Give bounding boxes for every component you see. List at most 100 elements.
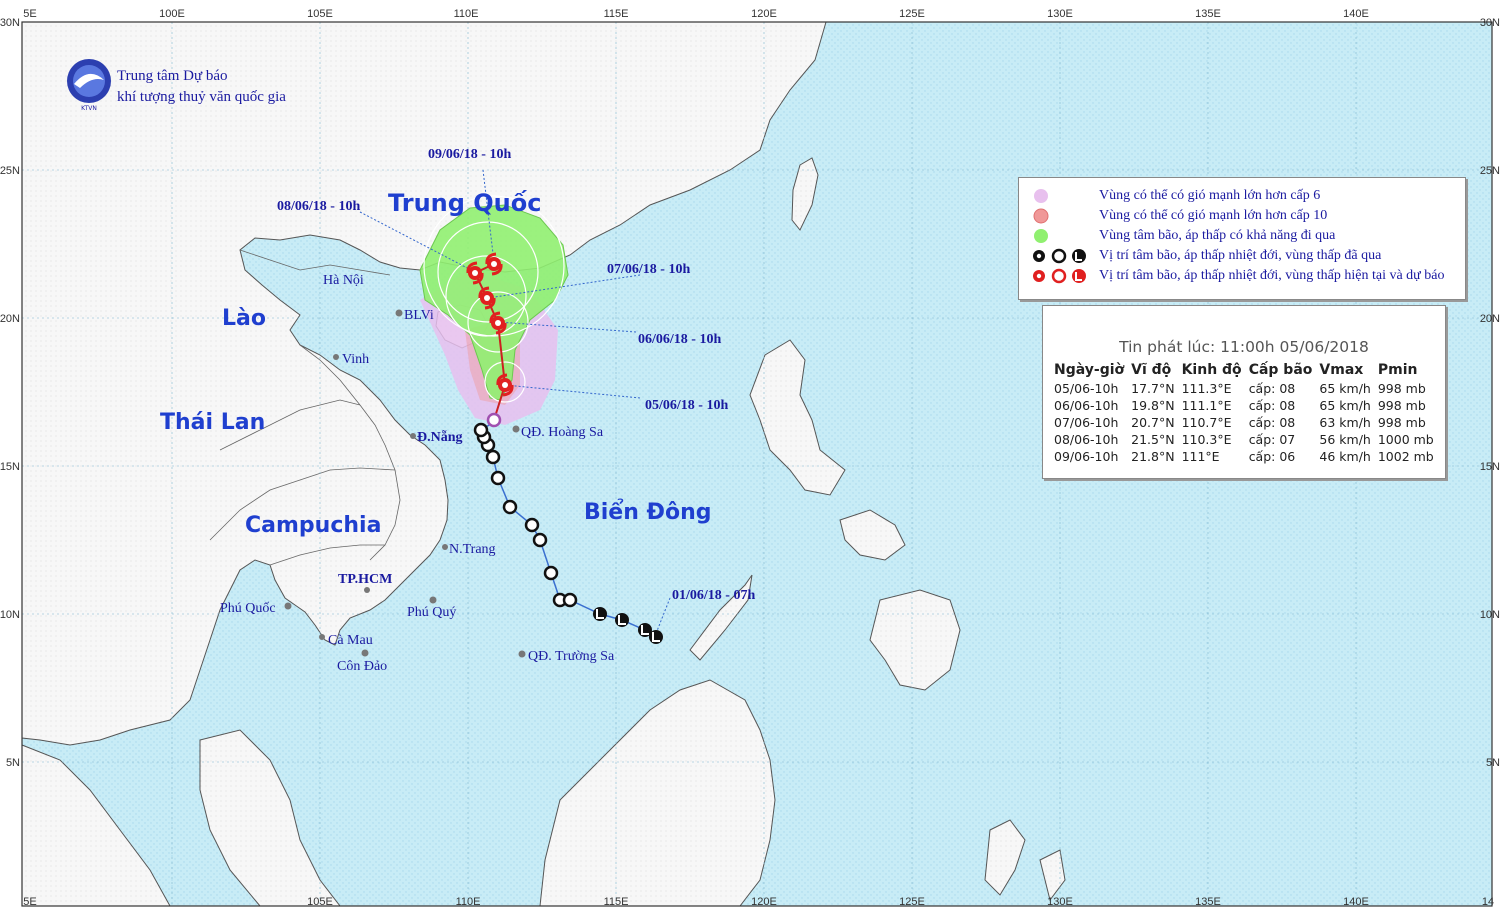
lat-label: 25N (0, 165, 20, 177)
cell-time: 06/06-10h (1054, 398, 1119, 413)
lon-labels-top: 5E 100E 105E 110E 115E 120E 125E 130E 13… (23, 8, 1369, 20)
lat-label: 5N (6, 757, 20, 769)
place-hoangsa: QĐ. Hoàng Sa (521, 425, 604, 440)
track-label-0906: 09/06/18 - 10h (428, 147, 511, 162)
lon-label: 100E (159, 8, 185, 20)
lat-label: 30N (1480, 17, 1500, 29)
bulletin-header-row: Ngày-giờ Vĩ độ Kinh độ Cấp bão Vmax Pmin (1051, 362, 1438, 380)
legend-label: Vùng có thể có gió mạnh lớn hơn cấp 6 (1099, 188, 1321, 203)
cell-lat: 17.7°N (1131, 381, 1175, 396)
lon-label: 130E (1047, 896, 1073, 908)
cell-level: cấp: 07 (1248, 432, 1296, 447)
legend: Vùng có thể có gió mạnh lớn hơn cấp 6 Vù… (1018, 177, 1466, 300)
lon-label: 125E (899, 8, 925, 20)
lon-label: 5E (23, 896, 36, 908)
bulletin-table: Ngày-giờ Vĩ độ Kinh độ Cấp bão Vmax Pmin… (1051, 362, 1438, 465)
cell-lon: 111°E (1181, 449, 1220, 464)
track-label-0506: 05/06/18 - 10h (645, 398, 728, 413)
wind6-swatch-icon (1034, 189, 1048, 203)
logo-text: KTVN (81, 105, 97, 112)
place-hanoi: Hà Nội (323, 273, 364, 288)
forecast-positions-icon (1033, 268, 1086, 284)
cell-vmax: 65 km/h (1319, 381, 1371, 396)
cell-pmin: 1002 mb (1377, 449, 1434, 464)
col-header: Vĩ độ (1131, 362, 1172, 378)
cone-swatch-icon (1034, 229, 1048, 243)
cell-vmax: 65 km/h (1319, 398, 1371, 413)
col-header: Vmax (1319, 362, 1364, 378)
place-bachlongvi: BLVi (404, 308, 434, 323)
place-camau: Cà Mau (328, 633, 373, 648)
lon-label: 125E (899, 896, 925, 908)
legend-label: Vùng tâm bão, áp thấp có khả năng đi qua (1099, 228, 1336, 243)
lon-label: 110E (456, 896, 481, 908)
track-label-0806: 08/06/18 - 10h (277, 199, 360, 214)
place-nhatrang: N.Trang (449, 542, 496, 557)
lon-label: 14 (1482, 896, 1494, 908)
place-phuquy: Phú Quý (407, 605, 456, 620)
bulletin-issued: Tin phát lúc: 11:00h 05/06/2018 (1119, 338, 1369, 356)
legend-row-cone: Vùng tâm bão, áp thấp có khả năng đi qua (1019, 226, 1465, 246)
lon-label: 135E (1195, 8, 1221, 20)
cell-time: 05/06-10h (1054, 381, 1119, 396)
table-row: 07/06-10h 20.7°N 110.7°E cấp: 08 63 km/h… (1051, 414, 1438, 431)
legend-label: Vị trí tâm bão, áp thấp nhiệt đới, vùng … (1099, 248, 1382, 263)
cell-lat: 21.5°N (1131, 432, 1175, 447)
lat-labels-left: 30N 25N 20N 15N 10N 5N (0, 17, 20, 769)
region-china: Trung Quốc (388, 189, 541, 217)
col-header: Kinh độ (1181, 362, 1242, 378)
table-row: 09/06-10h 21.8°N 111°E cấp: 06 46 km/h 1… (1051, 448, 1438, 465)
past-positions-icon (1033, 248, 1086, 264)
track-label-0606: 06/06/18 - 10h (638, 332, 721, 347)
lat-label: 10N (1480, 609, 1500, 621)
col-header: Cấp bão (1248, 362, 1313, 378)
legend-row-past: Vị trí tâm bão, áp thấp nhiệt đới, vùng … (1019, 246, 1465, 266)
cell-lon: 110.7°E (1181, 415, 1232, 430)
agency-line1: Trung tâm Dự báo (117, 68, 228, 84)
cell-level: cấp: 08 (1248, 415, 1296, 430)
legend-label: Vùng có thể có gió mạnh lớn hơn cấp 10 (1099, 208, 1328, 223)
cell-pmin: 998 mb (1377, 398, 1426, 413)
lon-label: 110E (454, 8, 479, 20)
place-condao: Côn Đảo (337, 659, 387, 674)
wind10-swatch-icon (1033, 208, 1049, 224)
cell-lat: 19.8°N (1131, 398, 1175, 413)
table-row: 05/06-10h 17.7°N 111.3°E cấp: 08 65 km/h… (1051, 380, 1438, 397)
lon-label: 115E (604, 896, 629, 908)
legend-row-forecast: Vị trí tâm bão, áp thấp nhiệt đới, vùng … (1019, 266, 1465, 286)
lon-label: 135E (1195, 896, 1221, 908)
lon-label: 5E (23, 8, 36, 20)
cell-vmax: 46 km/h (1319, 449, 1371, 464)
track-label-0106: 01/06/18 - 07h (672, 588, 755, 603)
lon-label: 140E (1343, 896, 1369, 908)
lon-label: 105E (307, 896, 333, 908)
legend-row-wind10: Vùng có thể có gió mạnh lớn hơn cấp 10 (1019, 206, 1465, 226)
lat-label: 20N (0, 313, 20, 325)
cell-pmin: 998 mb (1377, 415, 1426, 430)
cell-vmax: 63 km/h (1319, 415, 1371, 430)
table-row: 06/06-10h 19.8°N 111.1°E cấp: 08 65 km/h… (1051, 397, 1438, 414)
lon-label: 140E (1343, 8, 1369, 20)
cell-lon: 111.1°E (1181, 398, 1232, 413)
lon-label: 120E (751, 896, 777, 908)
lat-label: 30N (0, 17, 20, 29)
lat-label: 25N (1480, 165, 1500, 177)
place-hcm: TP.HCM (338, 572, 392, 587)
lat-label: 15N (1480, 461, 1500, 473)
track-label-0706: 07/06/18 - 10h (607, 262, 690, 277)
cell-time: 08/06-10h (1054, 432, 1119, 447)
cell-vmax: 56 km/h (1319, 432, 1371, 447)
lat-label: 20N (1480, 313, 1500, 325)
bulletin-panel: Tin phát lúc: 11:00h 05/06/2018 Ngày-giờ… (1042, 305, 1446, 479)
lat-label: 10N (0, 609, 20, 621)
legend-row-wind6: Vùng có thể có gió mạnh lớn hơn cấp 6 (1019, 186, 1465, 206)
cell-pmin: 998 mb (1377, 381, 1426, 396)
region-thailand: Thái Lan (160, 410, 265, 435)
place-phuquoc: Phú Quốc (220, 601, 276, 616)
legend-label: Vị trí tâm bão, áp thấp nhiệt đới, vùng … (1099, 268, 1445, 283)
agency-line2: khí tượng thuỷ văn quốc gia (117, 89, 286, 105)
cell-lon: 110.3°E (1181, 432, 1232, 447)
lon-label: 105E (307, 8, 333, 20)
lon-label: 120E (751, 8, 777, 20)
lon-label: 130E (1047, 8, 1073, 20)
